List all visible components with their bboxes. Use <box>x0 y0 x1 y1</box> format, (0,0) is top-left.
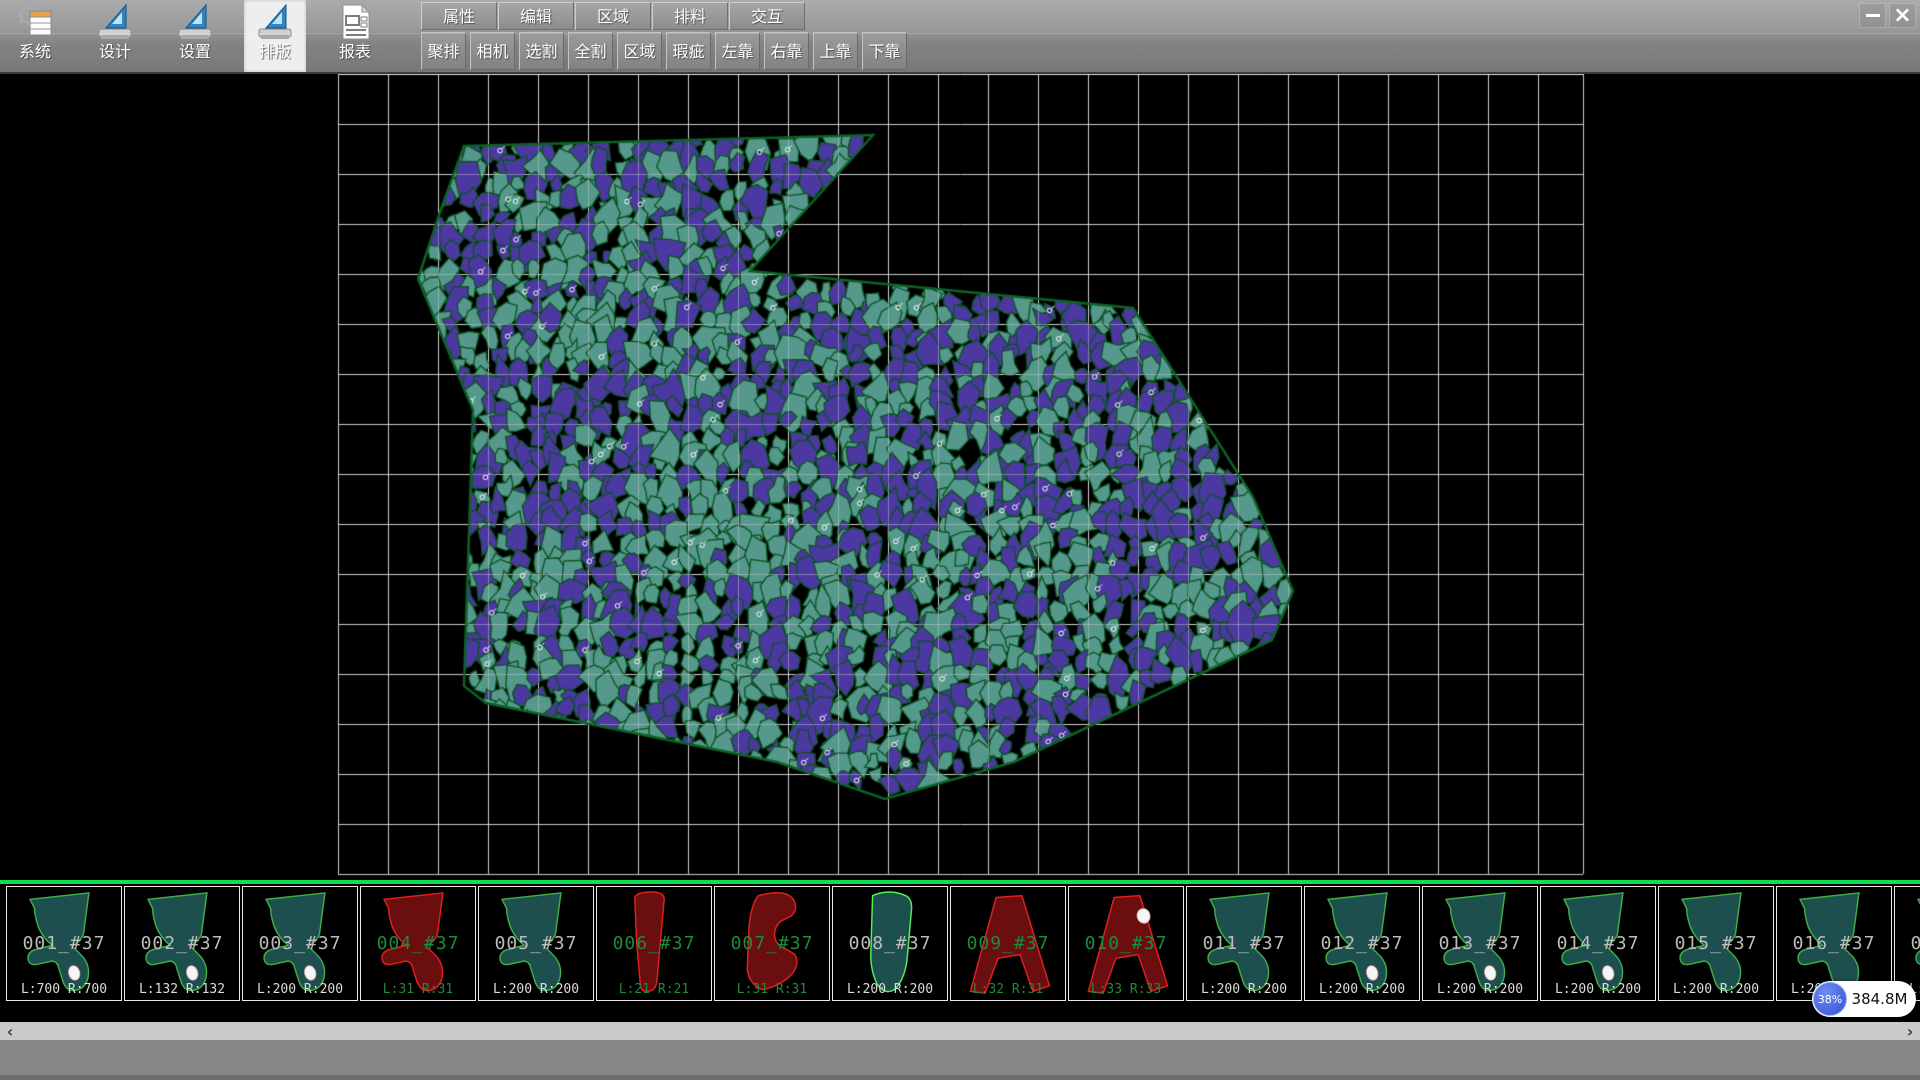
piece-shape-icon <box>1317 888 1409 999</box>
minimize-icon <box>1866 14 1880 17</box>
piece-shape-icon <box>1435 888 1527 999</box>
tool-button-9[interactable]: 上靠 <box>813 32 858 70</box>
thumbnail-012_#37[interactable]: 012_#37 L:200 R:200 <box>1304 886 1420 1001</box>
close-button[interactable]: × <box>1889 3 1916 28</box>
thumbnail-013_#37[interactable]: 013_#37 L:200 R:200 <box>1422 886 1538 1001</box>
separator-line <box>0 880 1920 884</box>
piece-shape-icon <box>1671 888 1763 999</box>
thumbnail-002_#37[interactable]: 002_#37 L:132 R:132 <box>124 886 240 1001</box>
menu-tab-2[interactable]: 编辑 <box>498 2 574 30</box>
thumbnail-004_#37[interactable]: 004_#37 L:31 R:31 <box>360 886 476 1001</box>
thumbnail-015_#37[interactable]: 015_#37 L:200 R:200 <box>1658 886 1774 1001</box>
thumbnail-007_#37[interactable]: 007_#37 L:31 R:31 <box>714 886 830 1001</box>
horizontal-scrollbar[interactable]: ‹ › <box>0 1022 1920 1040</box>
piece-shape-icon <box>727 888 819 999</box>
app-button-label: 报表 <box>339 42 371 62</box>
app-button-label: 设置 <box>179 42 211 62</box>
application-window: 系统 设计 设置 排版 <box>0 0 1920 1080</box>
thumbnail-014_#37[interactable]: 014_#37 L:200 R:200 <box>1540 886 1656 1001</box>
thumbnail-001_#37[interactable]: 001_#37 L:700 R:700 <box>6 886 122 1001</box>
piece-shape-icon <box>963 888 1055 999</box>
report-doc-icon <box>335 2 375 42</box>
thumbnail-008_#37[interactable]: 008_#37 L:200 R:200 <box>832 886 948 1001</box>
app-button-group: 系统 设计 设置 排版 <box>4 0 404 72</box>
tool-button-1[interactable]: 聚排 <box>421 32 466 70</box>
menu-tab-4[interactable]: 排料 <box>652 2 728 30</box>
app-button-label: 系统 <box>19 42 51 62</box>
piece-shape-icon <box>491 888 583 999</box>
thumbnail-011_#37[interactable]: 011_#37 L:200 R:200 <box>1186 886 1302 1001</box>
layout-ruler-icon <box>255 2 295 42</box>
thumbnail-005_#37[interactable]: 005_#37 L:200 R:200 <box>478 886 594 1001</box>
app-button-label: 设计 <box>99 42 131 62</box>
tool-button-5[interactable]: 区域 <box>617 32 662 70</box>
app-button-1[interactable]: 系统 <box>4 0 66 72</box>
settings-ruler-icon <box>175 2 215 42</box>
piece-shape-icon <box>373 888 465 999</box>
scroll-left-icon[interactable]: ‹ <box>0 1022 20 1040</box>
app-button-2[interactable]: 设计 <box>84 0 146 72</box>
piece-shape-icon <box>1907 888 1920 999</box>
menu-tab-1[interactable]: 属性 <box>421 2 497 30</box>
app-button-4[interactable]: 排版 <box>244 0 306 72</box>
app-button-3[interactable]: 设置 <box>164 0 226 72</box>
piece-shape-icon <box>1199 888 1291 999</box>
window-controls: × <box>1856 3 1916 28</box>
piece-shape-icon <box>609 888 701 999</box>
menu-tab-5[interactable]: 交互 <box>729 2 805 30</box>
piece-shape-icon <box>1081 888 1173 999</box>
scroll-right-icon[interactable]: › <box>1900 1022 1920 1040</box>
app-button-5[interactable]: 报表 <box>324 0 386 72</box>
thumbnail-006_#37[interactable]: 006_#37 L:21 R:21 <box>596 886 712 1001</box>
thumbnail-009_#37[interactable]: 009_#37 L:32 R:31 <box>950 886 1066 1001</box>
tool-button-4[interactable]: 全割 <box>568 32 613 70</box>
tool-button-6[interactable]: 瑕疵 <box>666 32 711 70</box>
piece-shape-icon <box>255 888 347 999</box>
tool-button-row: 聚排相机选割全割区域瑕疵左靠右靠上靠下靠 <box>421 32 911 70</box>
piece-shape-icon <box>845 888 937 999</box>
tool-button-10[interactable]: 下靠 <box>862 32 907 70</box>
tool-button-8[interactable]: 右靠 <box>764 32 809 70</box>
status-badge: 38% 384.8M <box>1812 981 1916 1017</box>
piece-thumbnail-strip: 001_#37 L:700 R:700 002_#37 L:132 R:132 … <box>0 886 1920 1003</box>
nesting-canvas[interactable] <box>0 74 1920 880</box>
progress-circle: 38% <box>1813 982 1847 1016</box>
app-button-label: 排版 <box>259 42 291 62</box>
tool-button-2[interactable]: 相机 <box>470 32 515 70</box>
piece-shape-icon <box>137 888 229 999</box>
minimize-button[interactable] <box>1859 3 1886 28</box>
thumbnail-003_#37[interactable]: 003_#37 L:200 R:200 <box>242 886 358 1001</box>
menu-tab-3[interactable]: 区域 <box>575 2 651 30</box>
tool-button-7[interactable]: 左靠 <box>715 32 760 70</box>
design-ruler-icon <box>95 2 135 42</box>
thumbnail-010_#37[interactable]: 010_#37 L:33 R:33 <box>1068 886 1184 1001</box>
piece-shape-icon <box>1553 888 1645 999</box>
menu-tab-row: 属性编辑区域排料交互 <box>421 2 806 30</box>
toolbar: 系统 设计 设置 排版 <box>0 0 1920 74</box>
status-bar <box>0 1040 1920 1080</box>
memory-value: 384.8M <box>1847 990 1916 1008</box>
tool-button-3[interactable]: 选割 <box>519 32 564 70</box>
progress-percent: 38% <box>1818 993 1842 1006</box>
piece-shape-icon <box>19 888 111 999</box>
system-gear-icon <box>15 2 55 42</box>
close-icon: × <box>1893 6 1911 26</box>
